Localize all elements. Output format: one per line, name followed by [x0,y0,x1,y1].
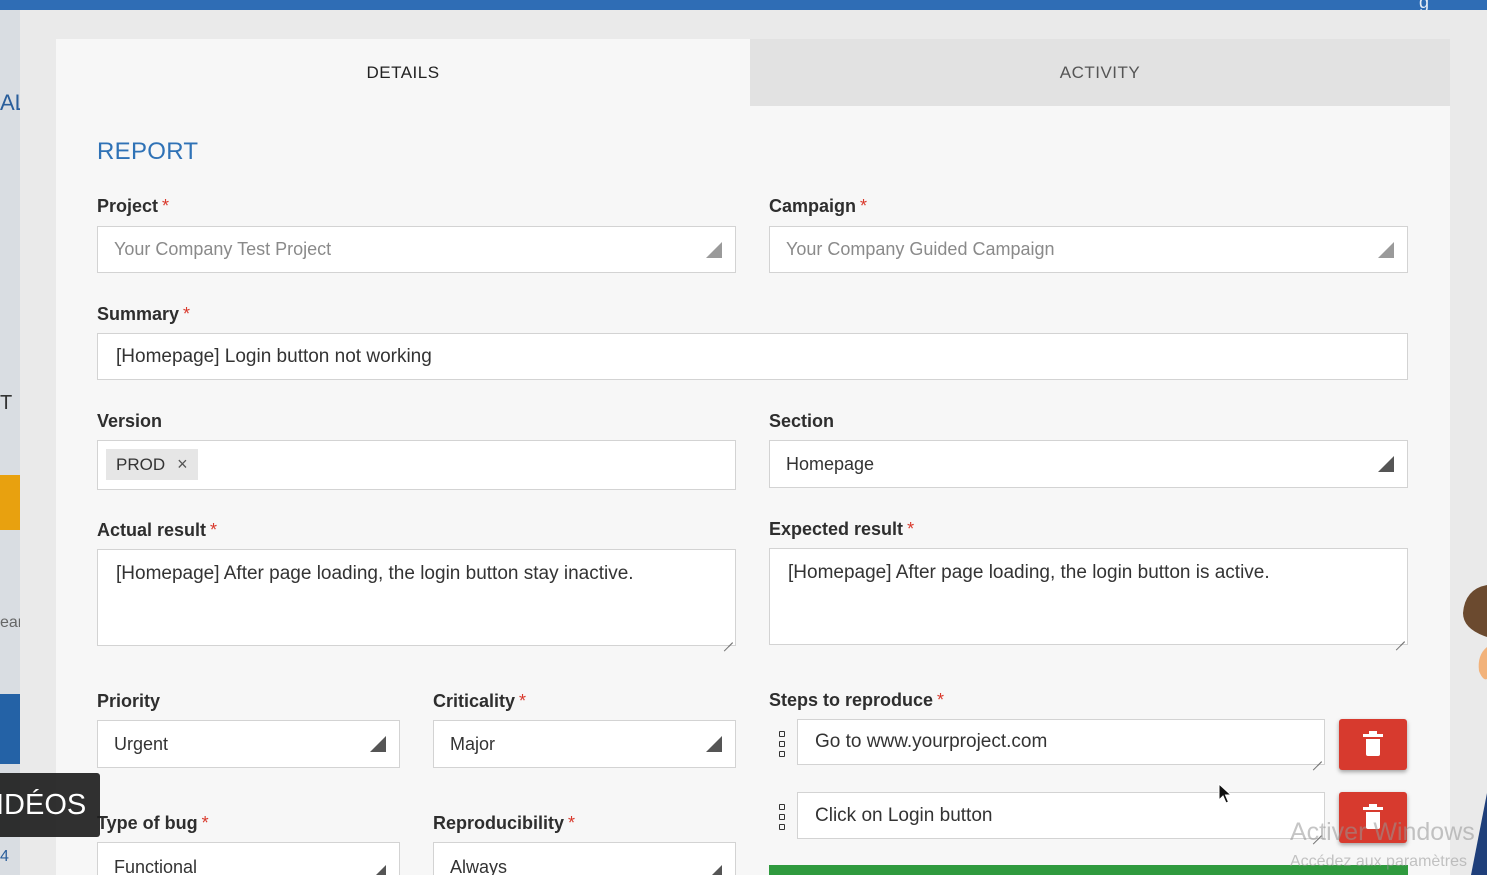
criticality-label-text: Criticality [433,691,516,711]
section-select[interactable]: Homepage [769,440,1408,488]
tab-details[interactable]: DETAILS [56,39,750,106]
type-of-bug-label-text: Type of bug [97,813,198,833]
tab-bar: DETAILS ACTIVITY [56,39,1450,106]
version-tag-label: PROD [116,454,166,474]
dropdown-arrow-icon [1378,456,1394,472]
step-input[interactable]: Click on Login button [797,792,1325,839]
step-value: Go to www.yourproject.com [815,731,1048,752]
expected-result-value: [Homepage] After page loading, the login… [788,562,1270,583]
expected-result-label-text: Expected result [769,519,904,539]
required-marker: * [519,691,527,711]
criticality-value: Major [450,733,496,754]
activation-watermark-subtitle: Accédez aux paramètres [1290,853,1467,870]
trash-icon [1363,730,1383,756]
dropdown-arrow-icon [706,241,722,258]
project-value: Your Company Test Project [114,239,332,259]
section-value: Homepage [786,453,875,474]
required-marker: * [201,813,209,833]
delete-step-button[interactable] [1339,719,1407,770]
expected-result-label: Expected result * [769,519,914,540]
background-orange-block [0,475,20,530]
project-select[interactable]: Your Company Test Project [97,226,736,273]
criticality-select[interactable]: Major [433,720,736,768]
reproducibility-label: Reproducibility * [433,813,575,834]
drag-handle-icon[interactable] [778,804,786,830]
mascot-illustration [1461,585,1487,875]
dropdown-arrow-icon [370,736,386,752]
campaign-select[interactable]: Your Company Guided Campaign [769,226,1408,273]
drag-handle-icon[interactable] [778,731,786,757]
project-label: Project * [97,196,169,217]
actual-result-value: [Homepage] After page loading, the login… [116,563,634,584]
type-of-bug-select[interactable]: Functional [97,842,400,875]
priority-label-text: Priority [97,691,161,711]
reproducibility-value: Always [450,857,508,875]
background-page: AL T ear 4 [0,10,27,875]
section-title: REPORT [97,138,199,165]
videos-overlay-text: IDÉOS [0,788,87,821]
step-input[interactable]: Go to www.yourproject.com [797,719,1325,765]
dropdown-arrow-icon [706,736,722,752]
version-label: Version [97,411,162,432]
reproducibility-select[interactable]: Always [433,842,736,875]
campaign-value: Your Company Guided Campaign [786,239,1055,259]
tab-activity[interactable]: ACTIVITY [750,39,1450,106]
steps-label-text: Steps to reproduce [769,690,934,710]
background-fragment: 4 [0,848,9,865]
section-label: Section [769,411,834,432]
required-marker: * [937,690,945,710]
reproducibility-label-text: Reproducibility [433,813,565,833]
resize-handle-icon[interactable] [723,633,733,643]
type-of-bug-value: Functional [114,857,198,875]
videos-overlay-badge: IDÉOS [0,773,100,837]
version-tag: PROD × [106,449,198,480]
section-label-text: Section [769,411,835,431]
dropdown-arrow-icon [706,865,722,875]
remove-tag-icon[interactable]: × [177,454,188,475]
summary-input[interactable]: [Homepage] Login button not working [97,333,1408,380]
version-label-text: Version [97,411,163,431]
background-fragment: T [0,392,13,414]
dropdown-arrow-icon [1378,241,1394,258]
summary-value: [Homepage] Login button not working [116,345,432,367]
background-blue-block [0,694,20,764]
summary-label: Summary * [97,304,190,325]
resize-handle-icon[interactable] [1395,632,1405,642]
summary-label-text: Summary [97,304,180,324]
actual-result-textarea[interactable]: [Homepage] After page loading, the login… [97,549,736,646]
actual-result-label-text: Actual result [97,520,207,540]
steps-label: Steps to reproduce * [769,690,944,711]
required-marker: * [860,196,868,216]
required-marker: * [162,196,170,216]
type-of-bug-label: Type of bug * [97,813,209,834]
required-marker: * [210,520,218,540]
required-marker: * [183,304,191,324]
project-label-text: Project [97,196,159,216]
step-value: Click on Login button [815,805,993,826]
campaign-label: Campaign * [769,196,867,217]
campaign-label-text: Campaign [769,196,857,216]
actual-result-label: Actual result * [97,520,217,541]
priority-label: Priority [97,691,160,712]
priority-value: Urgent [114,733,169,754]
version-multiselect[interactable]: PROD × [97,440,736,490]
required-marker: * [568,813,576,833]
required-marker: * [907,519,915,539]
top-bar: g [0,0,1487,12]
activation-watermark-title: Activer Windows [1290,818,1475,846]
resize-handle-icon[interactable] [1312,752,1322,762]
expected-result-textarea[interactable]: [Homepage] After page loading, the login… [769,548,1408,645]
criticality-label: Criticality * [433,691,526,712]
dropdown-arrow-icon [370,865,386,875]
priority-select[interactable]: Urgent [97,720,400,768]
